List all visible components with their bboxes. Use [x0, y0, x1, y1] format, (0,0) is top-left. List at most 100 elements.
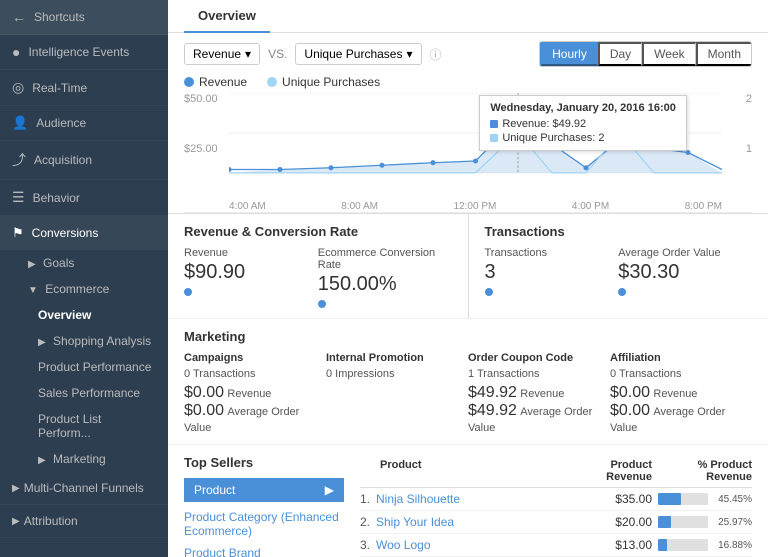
sidebar-label-intelligence: Intelligence Events: [28, 45, 129, 59]
transactions-section: Transactions Transactions 3 Average Orde…: [469, 214, 768, 318]
row-name-2[interactable]: Woo Logo: [376, 538, 562, 552]
table-row: 1. Ninja Silhouette $35.00 45.45%: [360, 488, 752, 511]
tooltip-purchases-dot: [490, 134, 498, 142]
sidebar-item-audience[interactable]: 👤 Audience: [0, 106, 168, 141]
sidebar-item-sales-performance[interactable]: Sales Performance: [0, 380, 168, 406]
sidebar-item-intelligence[interactable]: ● Intelligence Events: [0, 35, 168, 70]
tooltip-revenue-row: Revenue: $49.92: [490, 118, 675, 130]
x-label-4am: 4:00 AM: [229, 201, 266, 212]
revenue-conversion-section: Revenue & Conversion Rate Revenue $90.90…: [168, 214, 469, 318]
seller-label-product: Product: [194, 483, 235, 497]
transactions-section-title: Transactions: [485, 224, 753, 239]
sidebar-item-realtime[interactable]: ◎ Real-Time: [0, 70, 168, 106]
stat-transactions: Transactions 3: [485, 247, 619, 296]
bar-fill-2: [658, 539, 667, 551]
top-sellers-section: Top Sellers Product ▶ Product Category (…: [168, 444, 768, 557]
x-label-8am: 8:00 AM: [341, 201, 378, 212]
time-btn-hourly[interactable]: Hourly: [540, 42, 598, 66]
sidebar-item-product-list[interactable]: Product List Perform...: [0, 406, 168, 446]
chevron-down-icon-metric1: ▾: [245, 47, 251, 61]
coupon-desc: Revenue: [520, 388, 564, 400]
overview-label: Overview: [38, 308, 91, 322]
top-sellers-left: Top Sellers Product ▶ Product Category (…: [184, 455, 344, 557]
affiliation-label: Affiliation: [610, 352, 752, 364]
product-list-label: Product List Perform...: [38, 412, 101, 440]
chevron-right-icon: ▶: [28, 259, 36, 270]
row-rank-2: 3.: [360, 538, 376, 552]
sidebar-item-marketing[interactable]: ▶ Marketing: [0, 446, 168, 472]
legend-unique-purchases: Unique Purchases: [267, 75, 380, 89]
row-revenue-0: $35.00: [562, 492, 652, 506]
stat-avg-order: Average Order Value $30.30: [618, 247, 752, 296]
x-label-4pm: 4:00 PM: [572, 201, 609, 212]
table-row: 3. Woo Logo $13.00 16.88%: [360, 534, 752, 557]
row-name-0[interactable]: Ninja Silhouette: [376, 492, 562, 506]
y-label-25: $25.00: [184, 143, 229, 155]
transactions-value: 3: [485, 261, 603, 284]
sidebar-item-ecommerce[interactable]: ▼ Ecommerce: [0, 276, 168, 302]
stat-conversion-rate: Ecommerce Conversion Rate 150.00%: [318, 247, 452, 308]
seller-link-product-brand[interactable]: Product Brand: [184, 542, 344, 557]
attribution-label: Attribution: [24, 514, 78, 528]
ecommerce-label: Ecommerce: [45, 282, 109, 296]
sidebar-item-behavior[interactable]: ☰ Behavior: [0, 180, 168, 216]
row-rank-1: 2.: [360, 515, 376, 529]
marketing-campaigns: Campaigns 0 Transactions $0.00 Revenue $…: [184, 352, 326, 434]
tab-overview[interactable]: Overview: [184, 0, 270, 33]
legend-label-purchases: Unique Purchases: [282, 75, 380, 89]
seller-link-product-category[interactable]: Product Category (Enhanced Ecommerce): [184, 506, 344, 542]
tooltip-purchases-label: Unique Purchases: 2: [502, 132, 604, 144]
sidebar: ← Shortcuts ● Intelligence Events ◎ Real…: [0, 0, 168, 557]
acquisition-icon: ⤴: [12, 150, 26, 170]
product-performance-label: Product Performance: [38, 360, 151, 374]
seller-item-product[interactable]: Product ▶: [184, 478, 344, 502]
chevron-down-icon: ▼: [28, 285, 38, 296]
conversion-rate-label: Ecommerce Conversion Rate: [318, 247, 436, 271]
tooltip-purchases-row: Unique Purchases: 2: [490, 132, 675, 144]
sidebar-item-shortcuts[interactable]: ← Shortcuts: [0, 0, 168, 35]
transactions-stats: Transactions 3 Average Order Value $30.3…: [485, 247, 753, 296]
sales-performance-label: Sales Performance: [38, 386, 140, 400]
metric2-label: Unique Purchases: [304, 47, 402, 61]
intelligence-icon: ●: [12, 44, 20, 60]
legend-revenue: Revenue: [184, 75, 247, 89]
sidebar-item-goals[interactable]: ▶ Goals: [0, 250, 168, 276]
coupon-label: Order Coupon Code: [468, 352, 610, 364]
row-name-1[interactable]: Ship Your Idea: [376, 515, 562, 529]
bar-fill-1: [658, 516, 671, 528]
sidebar-item-multichannel[interactable]: ▶ Multi-Channel Funnels: [0, 472, 168, 505]
row-revenue-1: $20.00: [562, 515, 652, 529]
chevron-down-icon-metric2: ▾: [406, 47, 412, 61]
header-revenue: Product Revenue: [562, 459, 652, 483]
avg-order-value: $30.30: [618, 261, 736, 284]
sidebar-label-conversions: Conversions: [32, 226, 99, 240]
sidebar-item-attribution[interactable]: ▶ Attribution: [0, 505, 168, 538]
multichannel-label: Multi-Channel Funnels: [24, 481, 144, 495]
time-range-buttons: Hourly Day Week Month: [539, 41, 752, 67]
tooltip-title: Wednesday, January 20, 2016 16:00: [490, 102, 675, 114]
metric2-select[interactable]: Unique Purchases ▾: [295, 43, 421, 65]
sidebar-item-product-performance[interactable]: Product Performance: [0, 354, 168, 380]
chevron-right-icon-marketing: ▶: [38, 455, 46, 466]
goals-label: Goals: [43, 256, 74, 270]
sidebar-item-overview[interactable]: Overview: [0, 302, 168, 328]
time-btn-day[interactable]: Day: [598, 42, 642, 66]
sidebar-item-conversions[interactable]: ⚑ Conversions: [0, 216, 168, 250]
sidebar-item-shopping-analysis[interactable]: ▶ Shopping Analysis: [0, 328, 168, 354]
marketing-coupon: Order Coupon Code 1 Transactions $49.92 …: [468, 352, 610, 434]
sidebar-item-acquisition[interactable]: ⤴ Acquisition: [0, 141, 168, 180]
marketing-grid: Campaigns 0 Transactions $0.00 Revenue $…: [184, 352, 752, 434]
sidebar-label-audience: Audience: [36, 116, 86, 130]
row-bar-1: 25.97%: [652, 516, 752, 528]
conversion-rate-value: 150.00%: [318, 273, 436, 296]
vs-label: VS.: [268, 47, 287, 61]
conversion-indicator: [318, 300, 326, 308]
sidebar-label-realtime: Real-Time: [32, 81, 87, 95]
time-btn-month[interactable]: Month: [696, 42, 751, 66]
header-product: Product: [360, 459, 562, 483]
affiliation-value2: $0.00: [610, 402, 650, 419]
info-icon[interactable]: ⓘ: [430, 46, 442, 63]
sidebar-label-behavior: Behavior: [33, 191, 80, 205]
metric1-select[interactable]: Revenue ▾: [184, 43, 260, 65]
time-btn-week[interactable]: Week: [642, 42, 695, 66]
